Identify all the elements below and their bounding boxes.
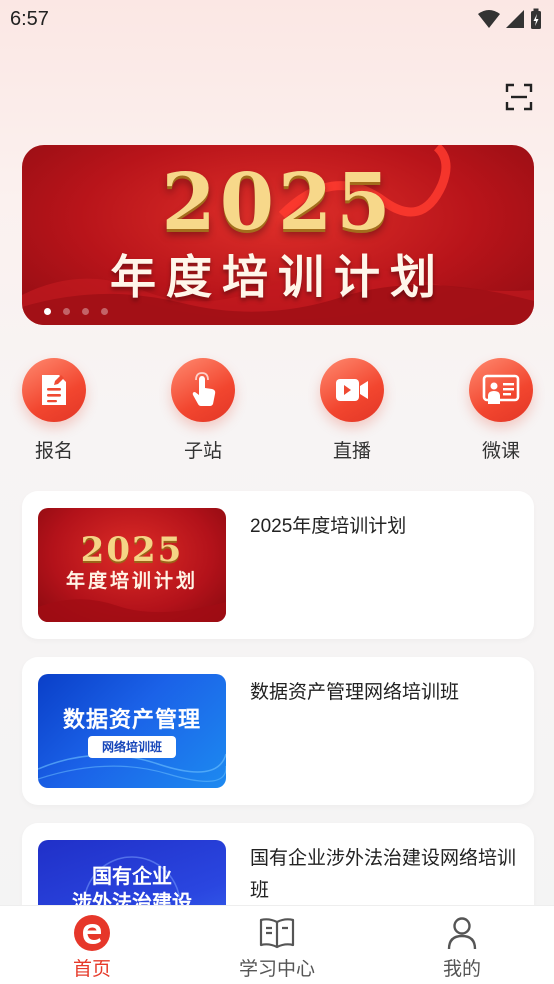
nav-home[interactable]: 首页 [22, 906, 162, 984]
course-title: 国有企业涉外法治建设网络培训班 [250, 848, 517, 901]
tap-hand-icon [192, 372, 216, 406]
carousel-indicator [44, 308, 108, 315]
banner-carousel[interactable]: 2025 年度培训计划 [22, 145, 534, 325]
battery-charging-icon [531, 8, 541, 29]
course-card[interactable]: 数据资产管理 网络培训班 数据资产管理网络培训班 [22, 657, 534, 805]
thumbnail-year: 2025 [80, 530, 184, 570]
nav-learning-center[interactable]: 学习中心 [207, 906, 347, 984]
scan-button[interactable] [500, 78, 538, 116]
quick-nav: 报名 子站 直播 微课 [0, 358, 554, 468]
quick-nav-label: 子站 [183, 441, 222, 462]
banner-year: 2025 [161, 157, 395, 248]
status-bar: 6:57 [0, 0, 554, 38]
quick-nav-live[interactable]: 直播 [302, 358, 402, 463]
thumbnail-tag: 网络培训班 [88, 736, 176, 758]
bn-icon-wrap [22, 913, 162, 953]
live-video-icon [336, 379, 368, 401]
user-icon [447, 917, 477, 950]
nav-label: 首页 [72, 959, 111, 980]
bn-icon-wrap [207, 913, 347, 953]
open-book-icon [259, 918, 295, 949]
quick-nav-label: 微课 [481, 441, 520, 462]
thumbnail-title: 数据资产管理 [62, 707, 201, 733]
quick-nav-label: 直播 [332, 441, 371, 462]
carousel-dot[interactable] [63, 308, 70, 315]
quick-nav-micro-lesson[interactable]: 微课 [451, 358, 551, 463]
live-icon-circle [320, 358, 384, 422]
carousel-dot[interactable] [82, 308, 89, 315]
micro-lesson-icon-circle [469, 358, 533, 422]
scan-icon [505, 83, 533, 111]
course-title: 数据资产管理网络培训班 [250, 682, 460, 703]
course-title: 2025年度培训计划 [250, 516, 407, 537]
cellular-signal-icon [506, 10, 524, 28]
carousel-dot[interactable] [101, 308, 108, 315]
nav-label: 我的 [442, 959, 481, 980]
substation-icon-circle [171, 358, 235, 422]
quick-nav-signup[interactable]: 报名 [4, 358, 104, 463]
wifi-icon [478, 10, 500, 28]
micro-lesson-icon [482, 374, 520, 404]
nav-profile[interactable]: 我的 [392, 906, 532, 984]
quick-nav-substation[interactable]: 子站 [153, 358, 253, 463]
carousel-dot[interactable] [44, 308, 51, 315]
status-icons [478, 8, 542, 30]
bottom-navigation: 首页 学习中心 我的 [0, 906, 554, 984]
course-thumbnail: 2025 年度培训计划 [38, 508, 226, 622]
bn-icon-wrap [392, 913, 532, 953]
course-thumbnail: 数据资产管理 网络培训班 [38, 674, 226, 788]
nav-label: 学习中心 [238, 959, 315, 980]
signup-icon-circle [22, 358, 86, 422]
course-card[interactable]: 2025 年度培训计划 2025年度培训计划 [22, 491, 534, 639]
home-e-logo-icon [74, 915, 110, 951]
banner-subtitle: 年度培训计划 [110, 250, 446, 304]
status-time: 6:57 [10, 8, 49, 30]
signup-document-icon [42, 375, 66, 405]
quick-nav-label: 报名 [34, 441, 73, 462]
thumbnail-line1: 国有企业 [92, 864, 172, 888]
thumbnail-subtitle: 年度培训计划 [65, 570, 198, 592]
